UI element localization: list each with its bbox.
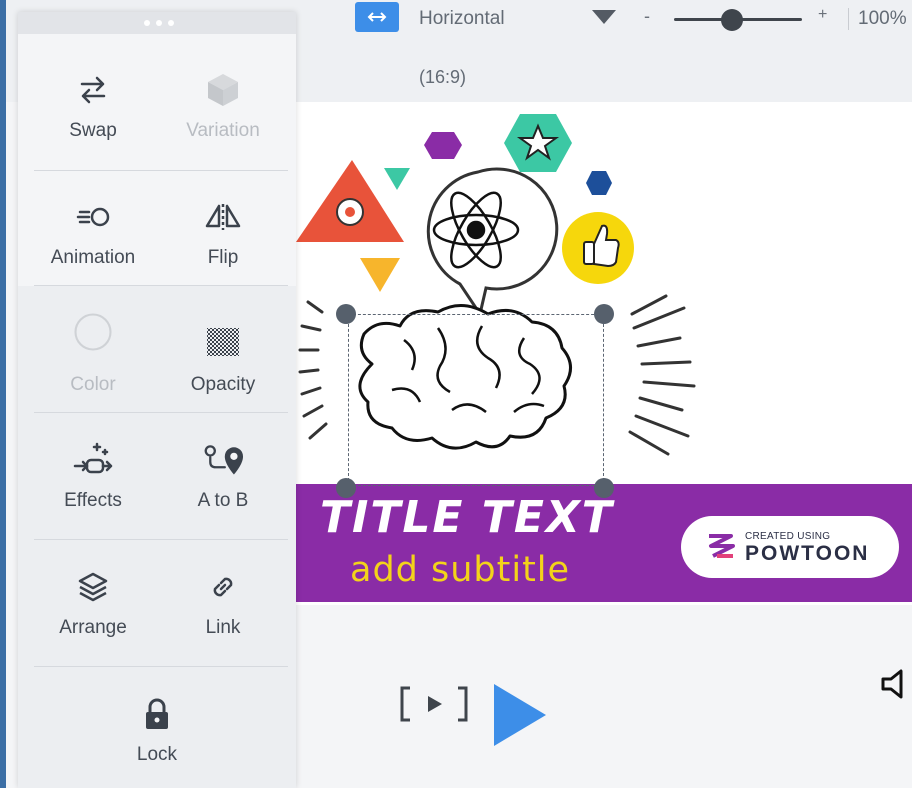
toolbar-divider xyxy=(848,8,849,30)
resize-handle-bottom-right[interactable] xyxy=(594,478,614,498)
volume-icon[interactable] xyxy=(879,668,912,700)
panel-divider xyxy=(34,539,288,540)
zoom-in-button[interactable]: + xyxy=(818,6,827,24)
lock-label: Lock xyxy=(136,744,178,765)
resize-handle-bottom-left[interactable] xyxy=(336,478,356,498)
panel-drag-handle[interactable] xyxy=(18,12,296,34)
link-label: Link xyxy=(205,617,241,638)
panel-divider xyxy=(34,666,288,667)
cube-icon xyxy=(203,70,243,110)
effects-label: Effects xyxy=(64,490,122,511)
chain-link-icon xyxy=(203,567,243,607)
title-text[interactable]: TITLE TEXT xyxy=(320,492,614,543)
arrange-label: Arrange xyxy=(59,617,127,638)
animation-button[interactable]: Animation xyxy=(28,187,158,297)
emphasis-lines-left xyxy=(298,300,328,440)
a-to-b-label: A to B xyxy=(197,490,249,511)
badge-brand: POWTOON xyxy=(745,542,870,565)
color-button: Color xyxy=(28,302,158,412)
opacity-button[interactable]: Opacity xyxy=(158,312,288,422)
play-scene-icon[interactable] xyxy=(400,684,470,724)
color-circle-icon xyxy=(73,312,113,352)
badge-caption: CREATED USING xyxy=(745,531,831,542)
gear-icon xyxy=(336,198,364,226)
drag-dots-icon xyxy=(144,20,174,26)
swap-icon xyxy=(73,70,113,110)
orange-triangle-shape xyxy=(360,258,400,292)
swap-label: Swap xyxy=(69,120,117,141)
scene-canvas[interactable]: TITLE TEXT add subtitle CREATED USING PO… xyxy=(292,102,912,605)
variation-button: Variation xyxy=(158,60,288,170)
sparkle-effects-icon xyxy=(73,440,113,480)
layers-icon xyxy=(73,567,113,607)
swap-button[interactable]: Swap xyxy=(28,60,158,170)
animation-label: Animation xyxy=(50,247,136,268)
orientation-label[interactable]: Horizontal xyxy=(419,8,505,30)
resize-handle-top-left[interactable] xyxy=(336,304,356,324)
lock-button[interactable]: Lock xyxy=(92,684,222,788)
path-pin-icon xyxy=(203,440,243,480)
link-button[interactable]: Link xyxy=(158,557,288,667)
emphasis-lines-right xyxy=(628,294,696,456)
variation-label: Variation xyxy=(186,120,260,141)
arrange-button[interactable]: Arrange xyxy=(28,557,158,667)
opacity-label: Opacity xyxy=(190,374,256,395)
teal-triangle-shape xyxy=(384,168,410,190)
navy-hexagon-shape xyxy=(586,171,612,195)
effects-button[interactable]: Effects xyxy=(28,430,158,540)
panel-divider xyxy=(34,412,288,413)
zoom-out-button[interactable]: - xyxy=(644,6,650,27)
panel-divider xyxy=(34,170,288,171)
play-icon[interactable] xyxy=(492,682,548,748)
powtoon-badge: CREATED USING POWTOON xyxy=(681,516,899,578)
flip-button[interactable]: Flip xyxy=(158,187,288,297)
zoom-value: 100% xyxy=(858,8,907,29)
object-tools-panel: Swap Variation Animation Flip Color Opac… xyxy=(18,12,296,788)
aspect-ratio-label: (16:9) xyxy=(419,67,467,87)
purple-hexagon-shape xyxy=(424,132,462,159)
a-to-b-button[interactable]: A to B xyxy=(158,430,288,540)
resize-handle-top-right[interactable] xyxy=(594,304,614,324)
color-label: Color xyxy=(70,374,116,395)
panel-divider xyxy=(34,285,288,286)
flip-label: Flip xyxy=(207,247,239,268)
subtitle-text[interactable]: add subtitle xyxy=(350,550,570,590)
checkerboard-icon xyxy=(203,322,243,362)
selection-box[interactable] xyxy=(348,314,604,486)
animation-icon xyxy=(73,197,113,237)
flip-icon xyxy=(203,197,243,237)
orientation-icon[interactable] xyxy=(355,2,399,32)
powtoon-logo-icon xyxy=(709,534,735,558)
padlock-icon xyxy=(137,694,177,734)
orientation-dropdown-caret[interactable] xyxy=(592,10,616,24)
zoom-slider-knob[interactable] xyxy=(720,9,743,31)
